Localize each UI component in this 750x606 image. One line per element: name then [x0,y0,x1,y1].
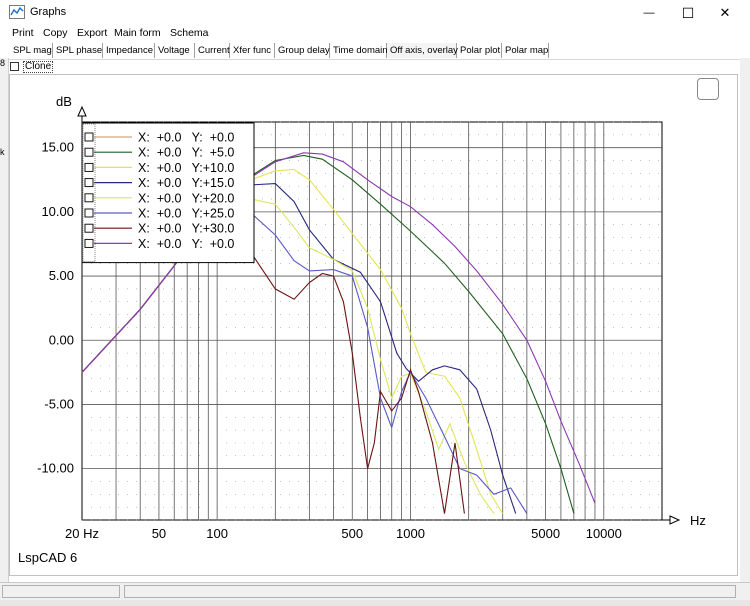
watermark-label: LspCAD 6 [18,550,78,565]
tab-xfer-func[interactable]: Xfer func [230,43,275,58]
status-bar [0,582,750,601]
tab-spl-mag[interactable]: SPL mag [10,43,53,58]
clone-checkbox[interactable] [10,62,19,71]
title-bar: Graphs — ☐ ✕ [0,0,750,26]
close-button[interactable]: ✕ [708,0,742,26]
tab-bar: SPL mag SPL phase Impedance Voltage Curr… [0,42,750,60]
maximize-icon: ☐ [681,4,695,21]
maximize-button[interactable]: ☐ [671,0,705,26]
left-strip-char: k [0,147,5,157]
menu-bar: Print Copy Export Main form Schema [0,26,750,42]
menu-schema[interactable]: Schema [170,27,209,39]
minimize-icon: — [643,7,655,19]
app-icon [9,5,25,19]
tab-group-delay[interactable]: Group delay [275,43,330,58]
tab-voltage[interactable]: Voltage [155,43,195,58]
window-bottom-edge [0,600,750,606]
tab-spl-phase[interactable]: SPL phase [53,43,103,58]
window-title: Graphs [30,6,67,18]
clone-option[interactable]: Clone [10,60,54,73]
left-strip-char: 8 [0,58,6,68]
menu-main-form[interactable]: Main form [114,27,161,39]
chart-panel [9,74,738,576]
close-icon: ✕ [719,5,731,20]
tab-time-domain[interactable]: Time domain [330,43,388,58]
status-pane [2,585,120,598]
right-background-strip [740,58,750,588]
tab-off-axis-overlay[interactable]: Off axis, overlay [387,43,458,58]
tab-impedance[interactable]: Impedance [103,43,155,58]
minimize-button[interactable]: — [632,0,666,26]
menu-print[interactable]: Print [12,27,34,39]
menu-copy[interactable]: Copy [43,27,68,39]
status-pane [124,585,736,598]
tab-current[interactable]: Current [195,43,230,58]
clone-label: Clone [23,60,54,73]
tab-polar-map[interactable]: Polar map [502,43,549,58]
chart-corner-button[interactable] [697,78,719,100]
tab-polar-plot[interactable]: Polar plot [457,43,502,58]
menu-export[interactable]: Export [77,27,107,39]
left-background-strip: 8 k [0,58,9,588]
